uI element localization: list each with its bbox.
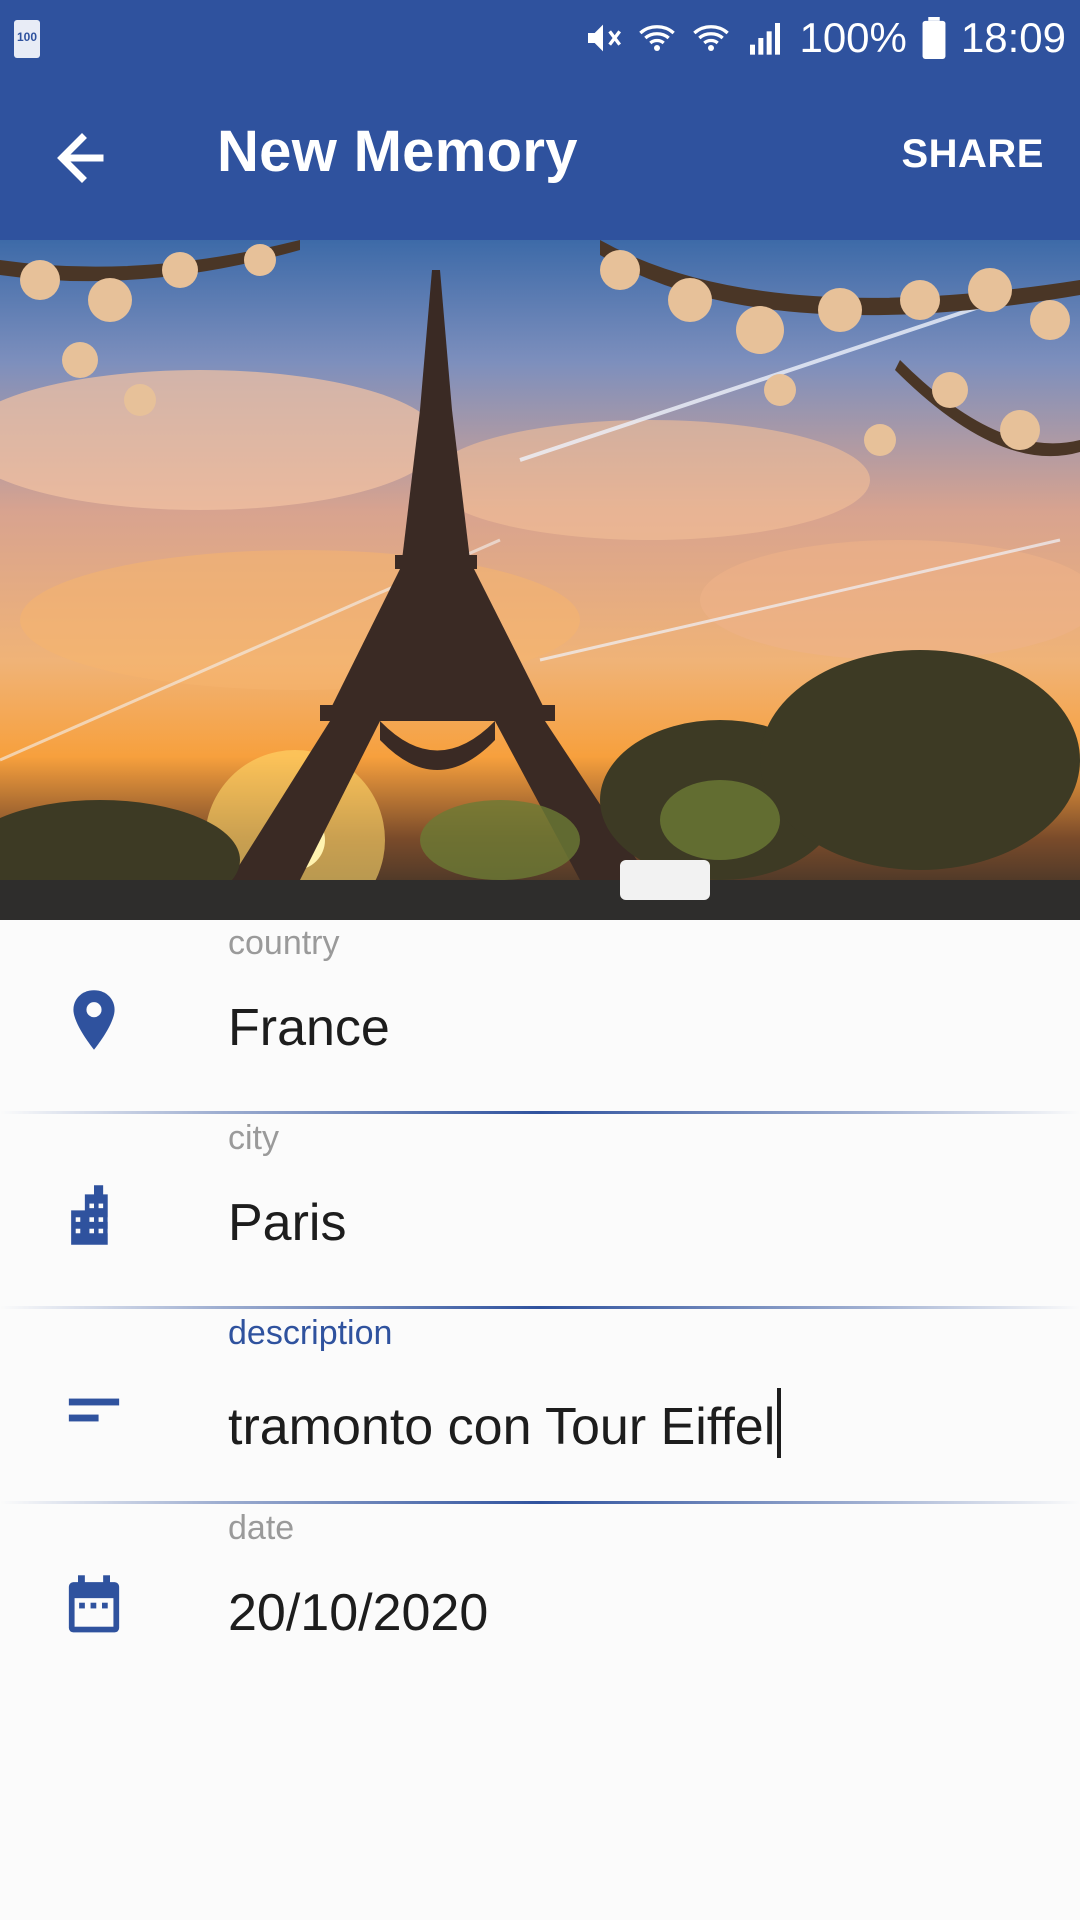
clock: 18:09	[960, 14, 1066, 61]
country-underline	[0, 1111, 1080, 1114]
text-cursor	[777, 1388, 782, 1458]
short-text-icon	[68, 1398, 120, 1422]
country-field[interactable]: country France	[0, 920, 1080, 1114]
mute-icon	[588, 24, 622, 52]
app-bar: New Memory SHARE	[0, 76, 1080, 240]
battery-icon	[922, 17, 946, 59]
memory-form: country France city Paris description tr…	[0, 920, 1080, 1920]
status-icons: 100% 18:09	[583, 10, 1066, 66]
battery-small-text: 100	[16, 30, 38, 44]
date-input[interactable]: 20/10/2020	[228, 1583, 488, 1643]
page-title: New Memory	[217, 119, 578, 184]
wifi-calling-icon	[639, 25, 676, 51]
description-input[interactable]: tramonto con Tour Eiffel	[228, 1388, 782, 1458]
city-input[interactable]: Paris	[228, 1193, 346, 1253]
status-bar: 100 100% 18:09	[0, 0, 1080, 76]
description-label: description	[228, 1314, 393, 1352]
description-underline	[0, 1501, 1080, 1504]
wifi-icon	[693, 25, 730, 51]
date-label: date	[228, 1509, 295, 1547]
back-button[interactable]	[44, 120, 128, 196]
arrow-left-icon	[57, 133, 104, 183]
date-field[interactable]: date 20/10/2020	[0, 1505, 1080, 1699]
calendar-icon	[68, 1575, 120, 1633]
description-text: tramonto con Tour Eiffel	[228, 1398, 776, 1456]
city-label: city	[228, 1119, 279, 1157]
description-field[interactable]: description tramonto con Tour Eiffel	[0, 1310, 1080, 1504]
eiffel-tower-sunset-photo	[0, 240, 1080, 920]
city-underline	[0, 1306, 1080, 1309]
country-label: country	[228, 924, 340, 962]
country-input[interactable]: France	[228, 998, 390, 1058]
location-pin-icon	[73, 990, 115, 1050]
signal-icon	[750, 23, 781, 55]
city-field[interactable]: city Paris	[0, 1115, 1080, 1309]
city-icon	[71, 1185, 113, 1245]
share-button[interactable]: SHARE	[901, 132, 1044, 177]
battery-percent: 100%	[799, 14, 907, 61]
battery-saver-icon: 100	[14, 20, 40, 58]
memory-photo[interactable]	[0, 240, 1080, 920]
